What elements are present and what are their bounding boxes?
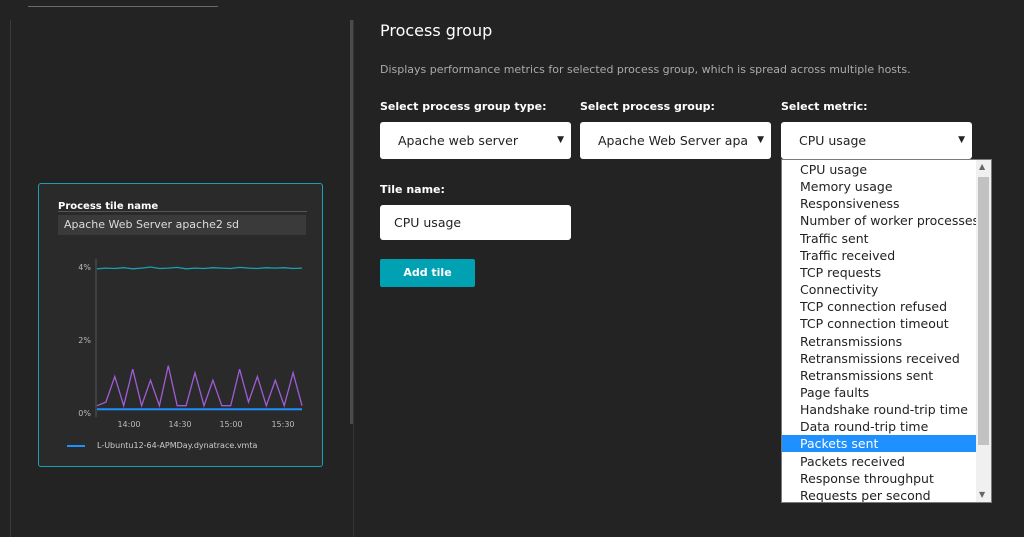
metric-option[interactable]: Response throughput bbox=[782, 470, 976, 487]
metric-option[interactable]: TCP connection refused bbox=[782, 298, 976, 315]
metric-option[interactable]: Traffic sent bbox=[782, 230, 976, 247]
scroll-down-icon[interactable]: ▼ bbox=[979, 490, 985, 499]
page-title: Process group bbox=[380, 21, 493, 40]
metric-option[interactable]: Packets sent bbox=[782, 435, 976, 453]
metric-dropdown-list[interactable]: ▲ ▼ CPU usage Memory usage Responsiveness N… bbox=[781, 159, 992, 503]
chevron-down-icon: ▼ bbox=[958, 135, 965, 145]
metric-option[interactable]: Connectivity bbox=[782, 281, 976, 298]
series-line-1 bbox=[96, 365, 303, 409]
metric-option[interactable]: Retransmissions bbox=[782, 333, 976, 350]
x-tick-label: 15:00 bbox=[219, 420, 242, 429]
x-tick-label: 15:30 bbox=[271, 420, 294, 429]
x-tick-label: 14:00 bbox=[117, 420, 140, 429]
y-tick-label: 0% bbox=[78, 409, 91, 418]
top-rule bbox=[28, 6, 218, 7]
x-tick-label: 14:30 bbox=[168, 420, 191, 429]
metric-value: CPU usage bbox=[799, 133, 867, 148]
metric-option[interactable]: Data round-trip time bbox=[782, 418, 976, 435]
panel-divider bbox=[353, 20, 354, 537]
chevron-down-icon: ▼ bbox=[557, 135, 564, 145]
y-tick-label: 4% bbox=[78, 263, 91, 272]
metric-option[interactable]: Retransmissions received bbox=[782, 350, 976, 367]
metric-option[interactable]: Retransmissions sent bbox=[782, 367, 976, 384]
metric-select[interactable]: CPU usage ▼ bbox=[781, 122, 972, 159]
metric-option[interactable]: Number of worker processes bbox=[782, 212, 976, 229]
tile-name-input[interactable]: CPU usage bbox=[380, 205, 571, 240]
group-label: Select process group: bbox=[580, 100, 715, 113]
process-tile-preview: Process tile name Apache Web Server apac… bbox=[38, 183, 323, 467]
dropdown-scrollbar-thumb[interactable] bbox=[978, 177, 989, 445]
metric-option[interactable]: Traffic received bbox=[782, 247, 976, 264]
y-tick-label: 2% bbox=[78, 336, 91, 345]
chevron-down-icon: ▼ bbox=[757, 135, 764, 145]
metric-option[interactable]: Page faults bbox=[782, 384, 976, 401]
series-line-0 bbox=[96, 266, 303, 270]
group-type-select[interactable]: Apache web server ▼ bbox=[380, 122, 571, 159]
metric-label: Select metric: bbox=[781, 100, 868, 113]
metric-option[interactable]: Handshake round-trip time bbox=[782, 401, 976, 418]
metric-option[interactable]: Memory usage bbox=[782, 178, 976, 195]
metric-option[interactable]: Responsiveness bbox=[782, 195, 976, 212]
page-description: Displays performance metrics for selecte… bbox=[380, 63, 911, 76]
metric-option[interactable]: TCP requests bbox=[782, 264, 976, 281]
left-rule bbox=[10, 20, 11, 537]
metric-option[interactable]: CPU usage bbox=[782, 161, 976, 178]
legend-swatch bbox=[67, 444, 85, 447]
group-type-label: Select process group type: bbox=[380, 100, 547, 113]
chart-legend: L-Ubuntu12-64-APMDay.dynatrace.vmta bbox=[67, 441, 257, 450]
group-select[interactable]: Apache Web Server apa ▼ bbox=[580, 122, 771, 159]
scroll-up-icon[interactable]: ▲ bbox=[979, 162, 985, 171]
tile-name-label: Tile name: bbox=[380, 183, 445, 196]
metric-option[interactable]: Requests per second bbox=[782, 487, 976, 502]
legend-label: L-Ubuntu12-64-APMDay.dynatrace.vmta bbox=[97, 441, 258, 450]
metric-option[interactable]: TCP connection timeout bbox=[782, 315, 976, 332]
group-value: Apache Web Server apa bbox=[598, 133, 749, 148]
group-type-value: Apache web server bbox=[398, 133, 518, 148]
metric-option[interactable]: Packets received bbox=[782, 453, 976, 470]
process-chart: 4% 2% 0% 14:00 14:30 15:00 15:30 bbox=[78, 259, 303, 429]
add-tile-button[interactable]: Add tile bbox=[380, 259, 475, 287]
